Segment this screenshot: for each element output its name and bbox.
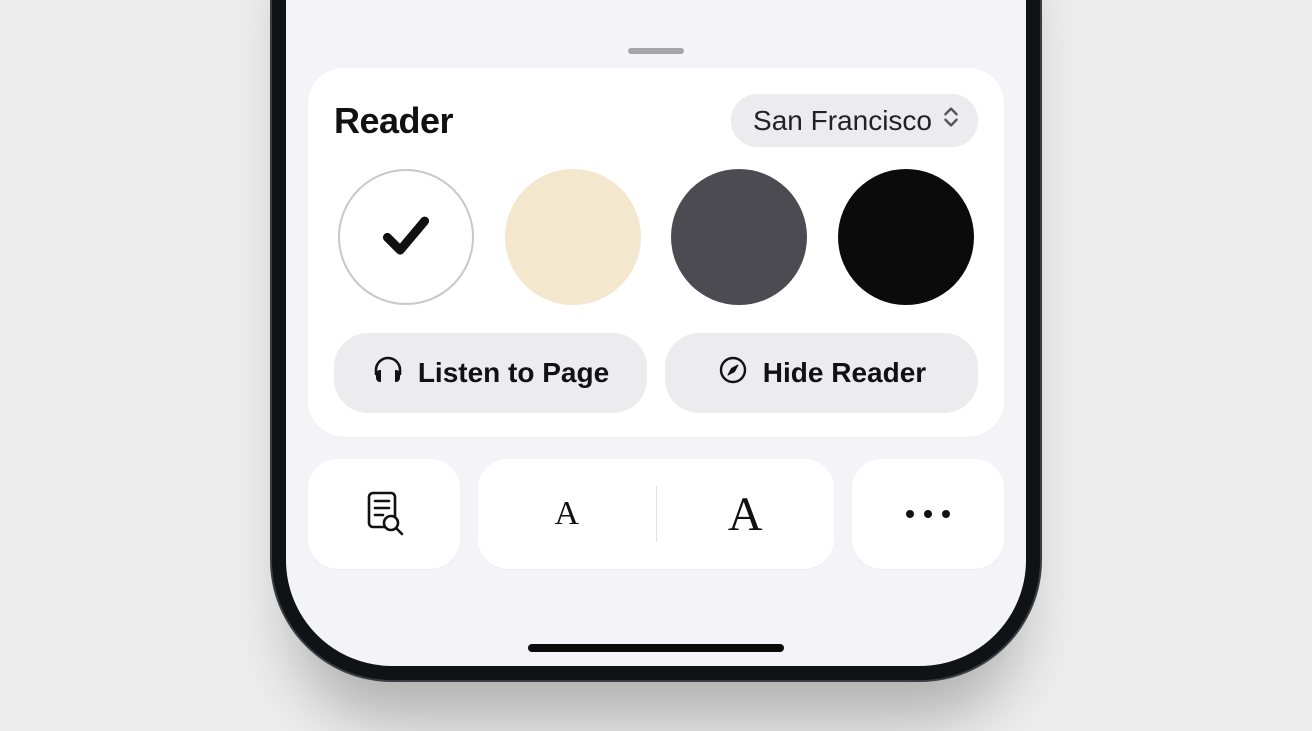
- home-indicator[interactable]: [528, 644, 784, 652]
- headphones-icon: [372, 354, 404, 393]
- hide-reader-button[interactable]: Hide Reader: [665, 333, 978, 413]
- theme-swatches: [334, 169, 978, 305]
- phone-frame: Reader San Francisco: [272, 0, 1040, 680]
- theme-black[interactable]: [838, 169, 974, 305]
- text-size-increase-button[interactable]: A: [657, 459, 835, 569]
- large-a-glyph: A: [728, 487, 763, 542]
- theme-sepia[interactable]: [505, 169, 641, 305]
- chevron-up-down-icon: [942, 104, 960, 137]
- ellipsis-icon: [906, 510, 950, 518]
- font-picker-value: San Francisco: [753, 105, 932, 137]
- theme-white[interactable]: [338, 169, 474, 305]
- theme-gray[interactable]: [671, 169, 807, 305]
- font-picker[interactable]: San Francisco: [731, 94, 978, 147]
- find-on-page-button[interactable]: [308, 459, 460, 569]
- more-options-button[interactable]: [852, 459, 1004, 569]
- screen: Reader San Francisco: [286, 0, 1026, 666]
- text-size-decrease-button[interactable]: A: [478, 459, 656, 569]
- reader-card: Reader San Francisco: [308, 68, 1004, 437]
- text-size-group: A A: [478, 459, 834, 569]
- bottom-toolbar: A A: [308, 459, 1004, 569]
- listen-label: Listen to Page: [418, 357, 609, 389]
- reader-title: Reader: [334, 100, 453, 142]
- reader-actions: Listen to Page Hide Reader: [334, 333, 978, 413]
- checkmark-icon: [378, 207, 434, 268]
- sheet-grabber[interactable]: [628, 48, 684, 54]
- listen-to-page-button[interactable]: Listen to Page: [334, 333, 647, 413]
- safari-icon: [717, 354, 749, 393]
- small-a-glyph: A: [554, 495, 579, 533]
- hide-label: Hide Reader: [763, 357, 926, 389]
- reader-header: Reader San Francisco: [334, 94, 978, 147]
- find-on-page-icon: [362, 488, 406, 541]
